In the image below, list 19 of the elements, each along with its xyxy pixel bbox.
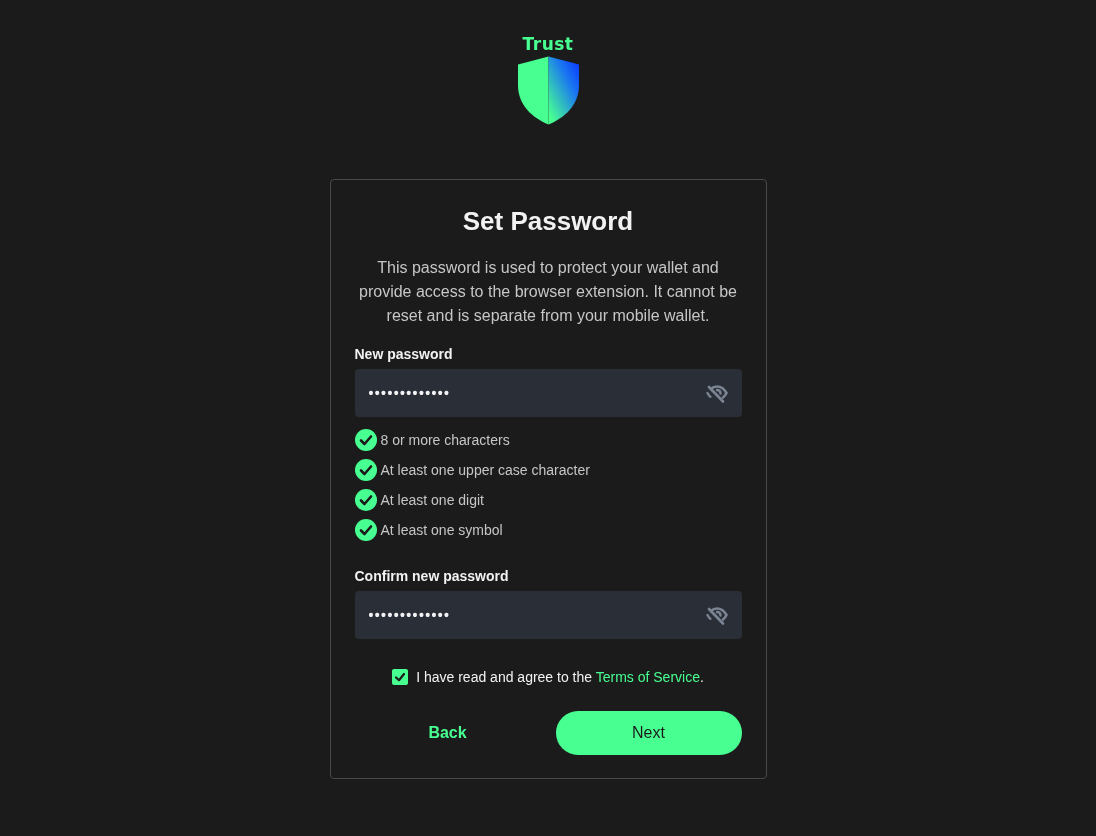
shield-icon [517, 56, 579, 125]
back-button[interactable]: Back [354, 711, 541, 755]
eye-slash-icon[interactable] [705, 605, 728, 625]
terms-agreement-text: I have read and agree to the Terms of Service. [416, 668, 704, 687]
requirement-text: At least one symbol [380, 521, 503, 539]
field-label: New password [354, 345, 453, 364]
card-title: Set Password [461, 205, 635, 238]
logo-wordmark: Trust [522, 35, 574, 53]
requirement-text: 8 or more characters [380, 431, 510, 449]
requirement-text: At least one upper case character [380, 461, 590, 479]
password-field[interactable]: ••••••••••••• [354, 369, 742, 417]
next-button[interactable]: Next [555, 711, 742, 755]
eye-slash-icon[interactable] [705, 383, 728, 403]
field-label: Confirm new password [354, 567, 509, 586]
card-description: This password is used to protect your wallet and provide access to the browser extension. It cannot be reset and is separate from your mobile wallet. [358, 258, 738, 326]
requirement-text: At least one digit [380, 491, 484, 509]
password-field[interactable]: ••••••••••••• [354, 591, 742, 639]
agree-checkbox[interactable] [392, 669, 409, 685]
terms-of-service-link[interactable]: Terms of Service [595, 669, 700, 685]
